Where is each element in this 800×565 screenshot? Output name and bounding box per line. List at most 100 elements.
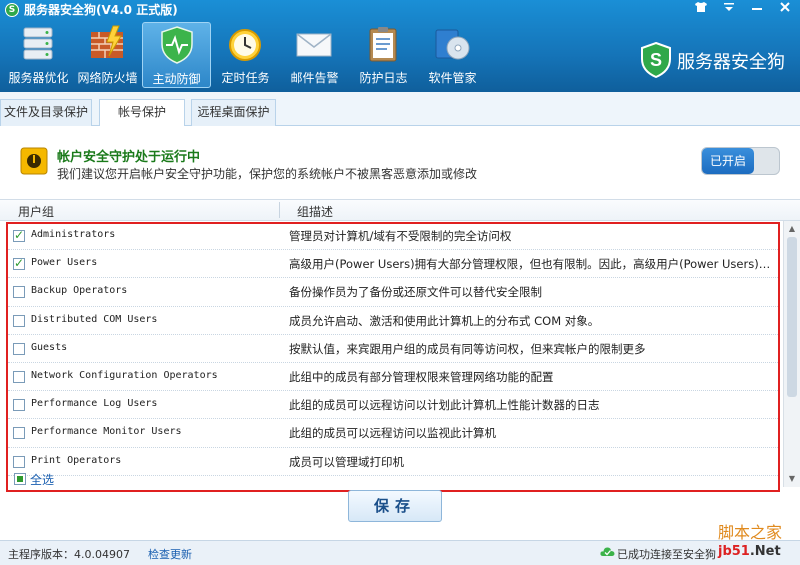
check-update-link[interactable]: 检查更新 (148, 546, 192, 562)
log-icon (369, 27, 397, 62)
row-checkbox[interactable] (13, 228, 25, 242)
tool-label: 防护日志 (359, 71, 408, 85)
menu-icon[interactable] (720, 1, 738, 17)
group-name: Backup Operators (31, 285, 128, 297)
tab-account-protection[interactable]: 帐号保护 (99, 99, 185, 127)
status-bar: 主程序版本：4.0.04907 检查更新 已成功连接至安全狗 jb51.Net (0, 540, 800, 565)
group-name: Performance Monitor Users (31, 426, 182, 438)
clock-icon (229, 29, 261, 61)
group-name: Administrators (31, 229, 116, 240)
site-prefix: jb51 (718, 544, 750, 559)
row-checkbox[interactable] (13, 286, 25, 299)
tool-label: 软件管家 (428, 71, 477, 85)
group-description: 管理员对计算机/域有不受限制的完全访问权 (289, 229, 512, 243)
window-controls (692, 1, 794, 17)
banner-description: 我们建议您开启帐户安全守护功能，保护您的系统帐户不被黑客恶意添加或修改 (57, 167, 478, 181)
table-row[interactable]: Print Operators 成员可以管理域打印机 (8, 448, 780, 476)
row-checkbox[interactable] (13, 455, 25, 468)
mail-icon (296, 33, 332, 57)
row-checkbox[interactable] (13, 342, 25, 355)
protection-toggle[interactable]: 已开启 (701, 147, 780, 175)
site-watermark: jb51.Net (718, 544, 781, 559)
table-row[interactable]: Backup Operators 备份操作员为了备份或还原文件可以替代安全限制 (8, 278, 780, 307)
tool-label: 主动防御 (152, 72, 201, 86)
table-row[interactable]: Performance Monitor Users 此组的成员可以远程访问以监视… (8, 419, 780, 448)
minimize-icon[interactable] (748, 1, 766, 17)
table-header: 用户组 组描述 (0, 199, 800, 221)
brand-shield-icon: S (641, 42, 671, 78)
tool-network-firewall[interactable]: 网络防火墙 (73, 22, 142, 88)
title-bar: S 服务器安全狗(V4.0 正式版) (0, 0, 800, 20)
cloud-connected-icon (600, 547, 615, 556)
software-icon (435, 29, 470, 60)
banner-title: 帐户安全守护处于运行中 (57, 150, 201, 165)
group-name: Performance Log Users (31, 398, 158, 410)
app-logo-icon: S (5, 3, 19, 17)
group-description: 备份操作员为了备份或还原文件可以替代安全限制 (289, 285, 542, 300)
tool-software-manager[interactable]: 软件管家 (418, 22, 487, 88)
group-description: 此组的成员可以远程访问以监视此计算机 (289, 426, 496, 441)
connection-status: 已成功连接至安全狗 (617, 548, 716, 561)
group-description: 高级用户(Power Users)拥有大部分管理权限，但也有限制。因此，高级用户… (289, 257, 779, 272)
shield-icon (161, 26, 193, 64)
group-name: Print Operators (31, 454, 122, 466)
tool-label: 网络防火墙 (77, 71, 138, 85)
close-icon[interactable] (776, 1, 794, 17)
group-name: Guests (31, 341, 68, 353)
table-row[interactable]: Administrators 管理员对计算机/域有不受限制的完全访问权 (8, 222, 780, 251)
sub-tab-bar: 文件及目录保护 帐号保护 远程桌面保护 (0, 92, 800, 127)
tool-server-optimize[interactable]: 服务器优化 (4, 22, 73, 88)
brand-text: 服务器安全狗 (677, 52, 785, 73)
tool-protection-log[interactable]: 防护日志 (349, 22, 418, 88)
firewall-icon (91, 25, 123, 58)
tool-label: 定时任务 (221, 71, 270, 85)
lock-icon (20, 147, 48, 175)
row-checkbox[interactable] (13, 399, 25, 412)
window-title: 服务器安全狗(V4.0 正式版) (24, 3, 178, 17)
group-description: 此组中的成员有部分管理权限来管理网络功能的配置 (289, 369, 554, 384)
table-row[interactable]: Guests 按默认值，来宾跟用户组的成员有同等访问权，但来宾帐户的限制更多 (8, 335, 780, 363)
tool-scheduled-task[interactable]: 定时任务 (211, 22, 280, 88)
tab-remote-desktop[interactable]: 远程桌面保护 (191, 99, 276, 126)
tool-active-defense[interactable]: 主动防御 (142, 22, 211, 88)
save-button[interactable]: 保存 (348, 490, 442, 522)
group-description: 此组的成员可以远程访问以计划此计算机上性能计数器的日志 (289, 398, 600, 413)
scroll-down-arrow-icon[interactable]: ▼ (786, 473, 798, 485)
brand-logo: S 服务器安全狗 (640, 42, 790, 78)
svg-text:S: S (650, 50, 662, 70)
group-name: Distributed COM Users (31, 313, 158, 325)
tool-label: 服务器优化 (8, 71, 69, 85)
select-all-label[interactable]: 全选 (30, 471, 54, 488)
app-header: S 服务器安全狗(V4.0 正式版) 服务器优化 网络防火墙 主动防御 定时任务… (0, 0, 800, 92)
scroll-thumb[interactable] (787, 237, 797, 397)
row-checkbox[interactable] (13, 370, 25, 383)
shirt-icon[interactable] (692, 1, 710, 17)
group-description: 成员可以管理域打印机 (289, 454, 404, 469)
vertical-scrollbar[interactable]: ▲ ▼ (783, 221, 800, 487)
tool-mail-alert[interactable]: 邮件告警 (280, 22, 349, 88)
column-header-description[interactable]: 组描述 (297, 203, 333, 220)
user-group-list: Administrators 管理员对计算机/域有不受限制的完全访问权 Powe… (8, 222, 780, 476)
row-checkbox[interactable] (13, 314, 25, 327)
table-row[interactable]: Distributed COM Users 成员允许启动、激活和使用此计算机上的… (8, 307, 780, 335)
row-checkbox[interactable] (13, 427, 25, 440)
toggle-label: 已开启 (702, 148, 754, 174)
group-description: 成员允许启动、激活和使用此计算机上的分布式 COM 对象。 (289, 313, 600, 328)
main-toolbar: 服务器优化 网络防火墙 主动防御 定时任务 邮件告警 防护日志 软件管家 (4, 22, 487, 88)
site-suffix: .Net (749, 544, 781, 559)
row-checkbox[interactable] (13, 256, 25, 271)
table-row[interactable]: Network Configuration Operators 此组中的成员有部… (8, 363, 780, 392)
version-label: 主程序版本：4.0.04907 (8, 548, 130, 561)
table-row[interactable]: Performance Log Users 此组的成员可以远程访问以计划此计算机… (8, 391, 780, 420)
server-icon (23, 27, 53, 60)
tool-label: 邮件告警 (290, 71, 339, 85)
table-row[interactable]: Power Users 高级用户(Power Users)拥有大部分管理权限，但… (8, 250, 780, 279)
select-all-checkbox[interactable] (14, 473, 26, 485)
scroll-up-arrow-icon[interactable]: ▲ (786, 223, 798, 235)
group-name: Power Users (31, 257, 98, 269)
group-name: Network Configuration Operators (31, 369, 218, 381)
group-description: 按默认值，来宾跟用户组的成员有同等访问权，但来宾帐户的限制更多 (289, 341, 646, 356)
column-divider[interactable] (279, 202, 280, 218)
column-header-group[interactable]: 用户组 (18, 203, 54, 220)
tab-file-directory[interactable]: 文件及目录保护 (0, 99, 92, 126)
